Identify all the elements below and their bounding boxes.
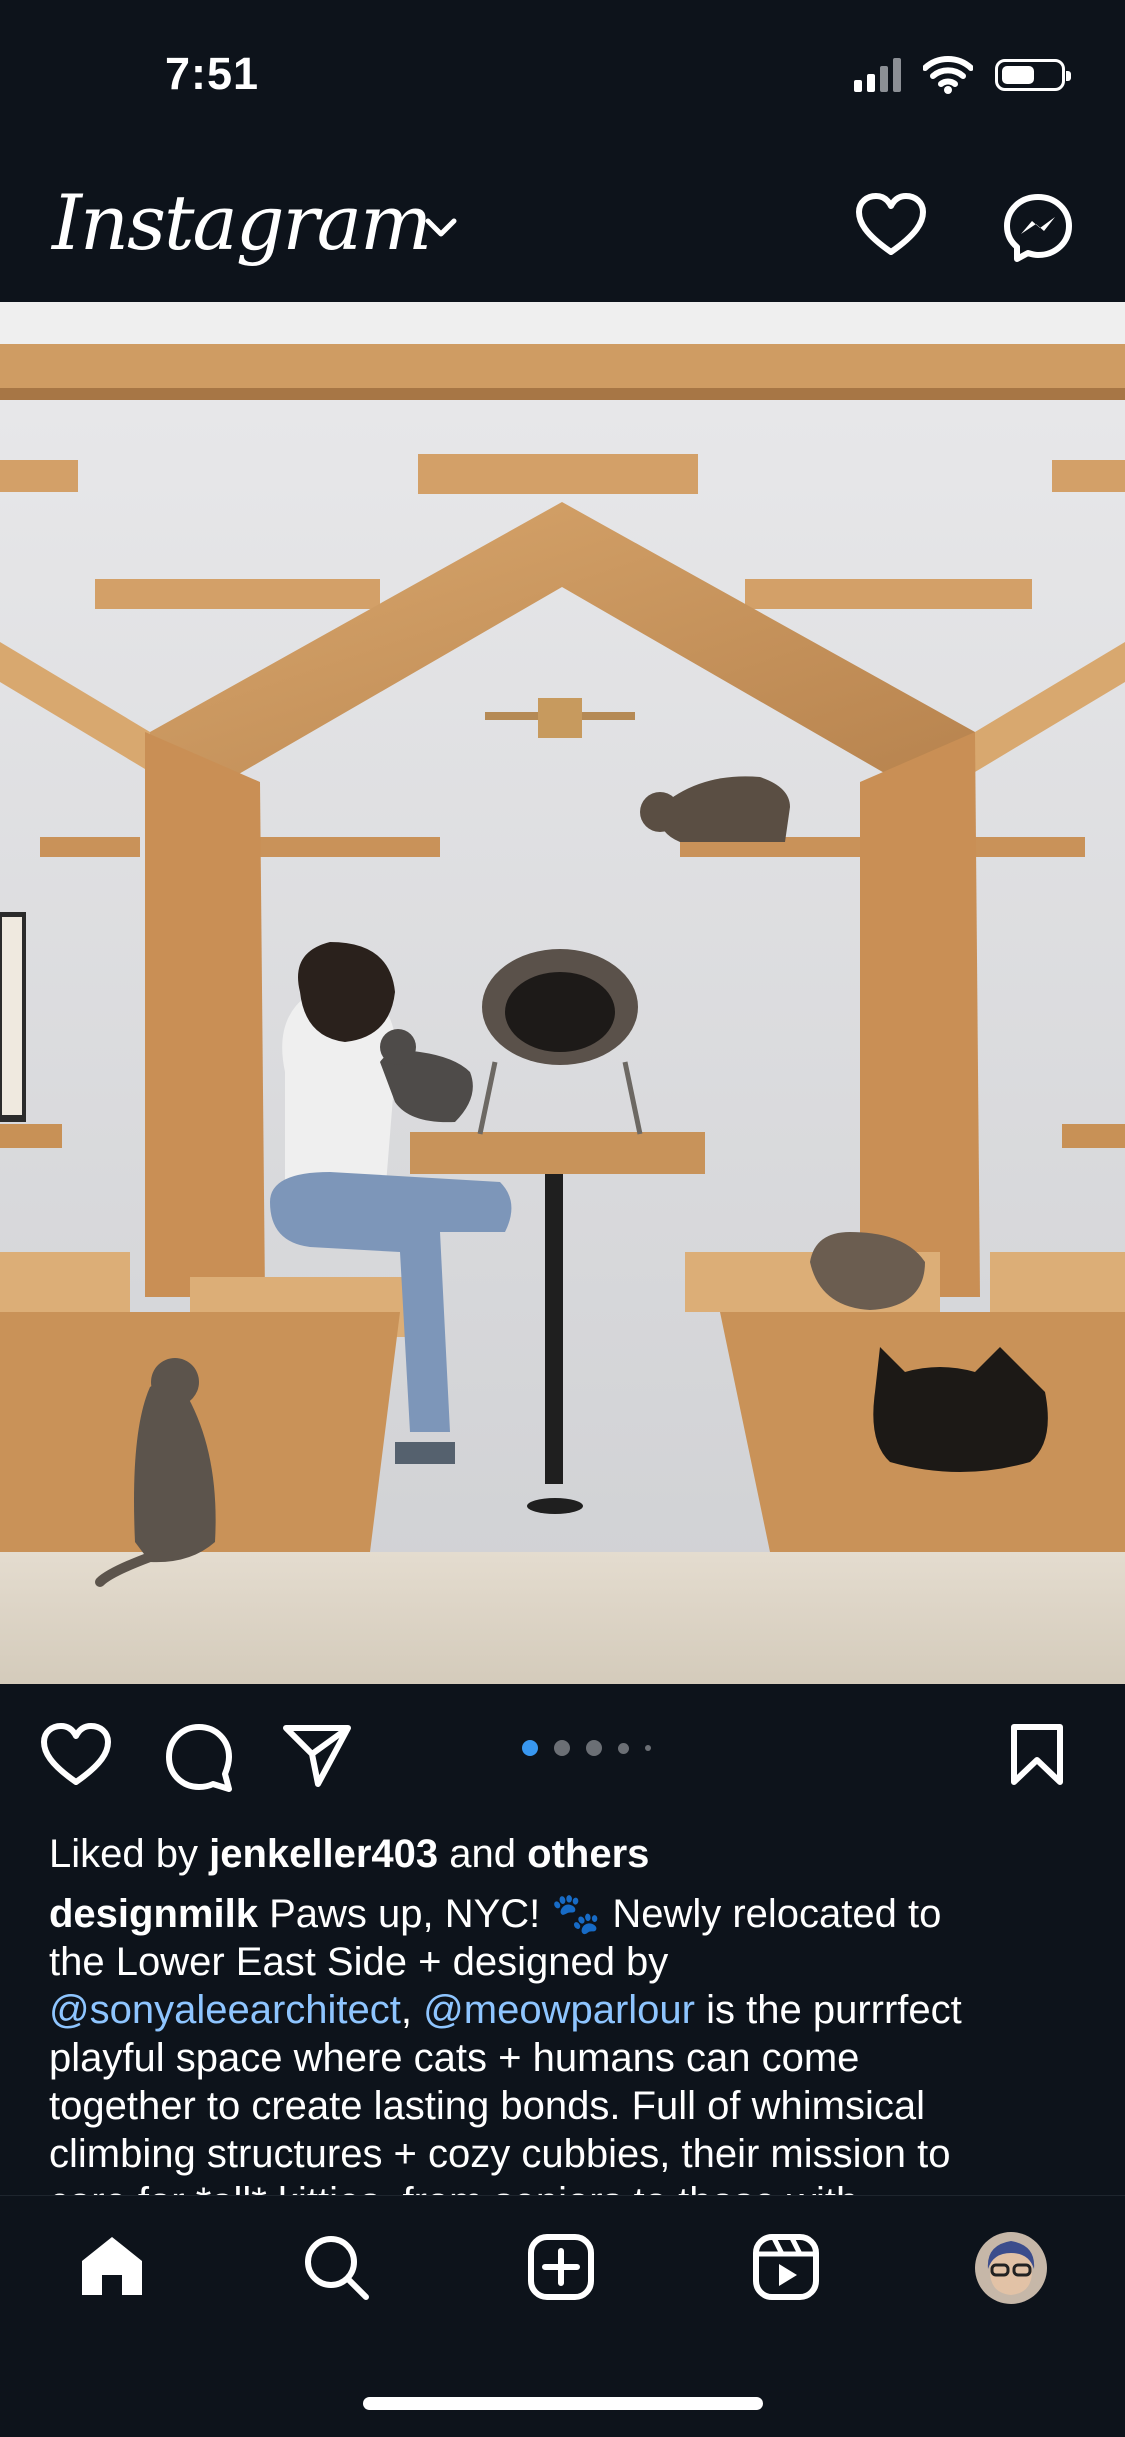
home-icon[interactable] bbox=[78, 2233, 146, 2299]
battery-icon bbox=[995, 59, 1071, 91]
comment-icon[interactable] bbox=[164, 1722, 234, 1792]
messenger-icon[interactable] bbox=[1002, 192, 1074, 264]
caption-line-4: playful space where cats + humans can co… bbox=[49, 2036, 860, 2080]
chevron-down-icon[interactable] bbox=[420, 212, 462, 242]
cellular-signal-icon bbox=[854, 58, 901, 92]
caption-username[interactable]: designmilk bbox=[49, 1892, 258, 1936]
status-icons bbox=[854, 52, 1071, 98]
share-icon[interactable] bbox=[282, 1722, 352, 1788]
caption-line-1: Paws up, NYC! 🐾 Newly relocated to bbox=[269, 1892, 942, 1936]
carousel-dot bbox=[645, 1745, 651, 1751]
caption-line-5: together to create lasting bonds. Full o… bbox=[49, 2084, 925, 2128]
post-photo[interactable] bbox=[0, 302, 1125, 1684]
caption-line-6: climbing structures + cozy cubbies, thei… bbox=[49, 2132, 951, 2176]
caption-line-7: care for *all* kitties, from seniors to … bbox=[49, 2178, 858, 2195]
reels-icon[interactable] bbox=[752, 2233, 820, 2301]
carousel-dot bbox=[554, 1740, 570, 1756]
caption-separator: , bbox=[400, 1988, 413, 2032]
carousel-indicator bbox=[522, 1740, 651, 1756]
search-icon[interactable] bbox=[302, 2233, 370, 2301]
heart-icon[interactable] bbox=[855, 192, 927, 258]
caption-mention-meowparlour[interactable]: @meowparlour bbox=[423, 1988, 695, 2032]
like-icon[interactable] bbox=[40, 1722, 112, 1788]
status-time: 7:51 bbox=[165, 48, 260, 99]
home-indicator[interactable] bbox=[363, 2397, 763, 2410]
create-icon[interactable] bbox=[527, 2233, 595, 2301]
bookmark-icon[interactable] bbox=[1008, 1722, 1066, 1788]
carousel-dot-active bbox=[522, 1740, 538, 1756]
caption-line-2: the Lower East Side + designed by bbox=[49, 1940, 669, 1984]
caption-line-3: is the purrrfect bbox=[706, 1988, 962, 2032]
avatar[interactable] bbox=[974, 2231, 1048, 2305]
carousel-dot bbox=[618, 1742, 629, 1754]
wifi-icon bbox=[923, 56, 973, 94]
post-caption: designmilk Paws up, NYC! 🐾 Newly relocat… bbox=[0, 1830, 1125, 2195]
caption-mention-sonyaleearchitect[interactable]: @sonyaleearchitect bbox=[49, 1988, 401, 2032]
carousel-dot bbox=[586, 1740, 602, 1756]
instagram-logo[interactable]: Instagram bbox=[52, 178, 432, 267]
